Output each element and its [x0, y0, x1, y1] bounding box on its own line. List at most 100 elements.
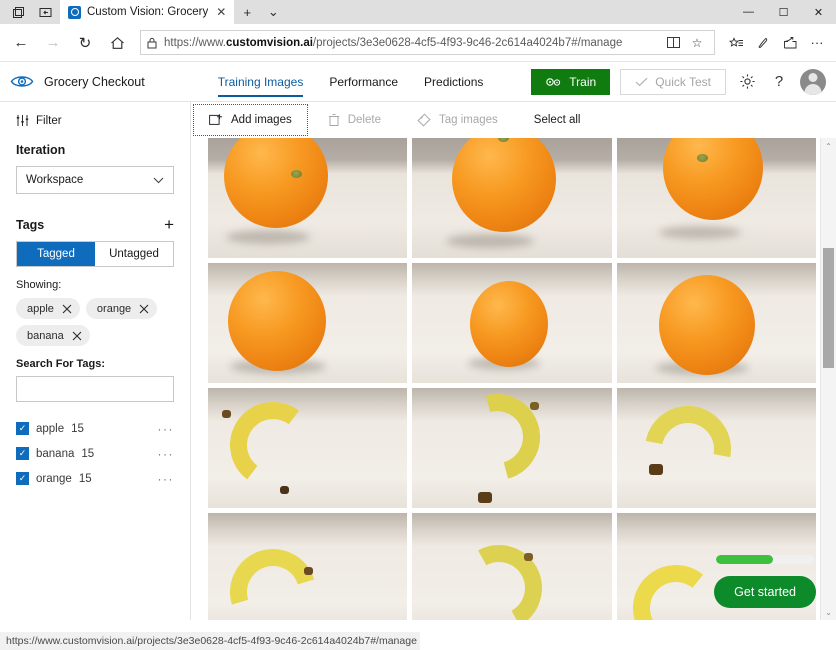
tag-list-label: apple [36, 422, 65, 435]
banana-tip [524, 553, 534, 561]
checkbox-icon[interactable]: ✓ [16, 422, 29, 435]
gear-icon[interactable] [736, 71, 758, 93]
favorites-hub-icon[interactable] [723, 29, 749, 57]
chevron-down-icon[interactable]: ⌄ [260, 0, 286, 24]
tag-options-icon[interactable]: ··· [158, 472, 175, 486]
avatar[interactable] [800, 68, 826, 95]
banana-tip [304, 567, 313, 575]
tag-list-item-orange[interactable]: ✓ orange 15 ··· [16, 466, 174, 491]
address-bar-actions: ☆ [662, 32, 708, 54]
tag-list-count: 15 [71, 422, 84, 435]
add-tag-icon[interactable]: + [164, 216, 174, 233]
custom-vision-eye-logo [10, 73, 34, 91]
close-icon[interactable] [62, 304, 72, 314]
toggle-tagged[interactable]: Tagged [17, 242, 95, 266]
checkbox-icon[interactable]: ✓ [16, 447, 29, 460]
lock-icon [147, 37, 157, 49]
train-button[interactable]: Train [531, 68, 611, 95]
forward-icon[interactable]: → [38, 28, 68, 58]
gallery-image-banana[interactable] [412, 513, 612, 620]
search-tags-input[interactable] [16, 376, 174, 402]
gallery-image-orange[interactable] [412, 263, 612, 383]
gallery-image-orange[interactable] [616, 138, 816, 258]
sidebar: Filter Iteration Workspace Tags + Tagged… [0, 102, 191, 620]
scroll-up-icon[interactable]: ⌃ [821, 138, 836, 154]
tab-preview-icon[interactable] [4, 0, 32, 24]
tag-pill-orange[interactable]: orange [85, 298, 158, 319]
close-window-button[interactable]: ✕ [801, 0, 836, 24]
new-tab-button[interactable]: + [234, 0, 260, 24]
tab-training-images[interactable]: Training Images [217, 62, 303, 101]
minimize-button[interactable]: — [731, 0, 766, 24]
gallery-image-orange[interactable] [208, 138, 408, 258]
refresh-icon[interactable]: ↻ [70, 28, 100, 58]
tab-performance[interactable]: Performance [329, 62, 398, 101]
tag-pill-banana[interactable]: banana [16, 325, 90, 346]
tag-options-icon[interactable]: ··· [158, 447, 175, 461]
quick-test-button[interactable]: Quick Test [620, 68, 726, 95]
gallery-image-banana[interactable] [208, 513, 408, 620]
image-gallery-scroll: ⌃ ⌄ [191, 138, 836, 620]
add-images-label: Add images [231, 114, 292, 126]
orange-fruit [658, 275, 755, 375]
url-text: https://www.customvision.ai/projects/3e3… [164, 36, 623, 49]
gallery-scrollbar[interactable]: ⌃ ⌄ [820, 138, 836, 620]
tag-list-item-apple[interactable]: ✓ apple 15 ··· [16, 416, 174, 441]
tag-pill-apple[interactable]: apple [16, 298, 80, 319]
iteration-select[interactable]: Workspace [16, 166, 174, 194]
tab-predictions[interactable]: Predictions [424, 62, 483, 101]
filter-control[interactable]: Filter [16, 114, 174, 127]
tag-list-item-banana[interactable]: ✓ banana 15 ··· [16, 441, 174, 466]
add-image-icon [209, 113, 223, 127]
set-aside-tabs-icon[interactable] [32, 0, 60, 24]
gallery-image-orange[interactable] [208, 263, 408, 383]
close-icon[interactable] [139, 304, 149, 314]
iteration-selected-value: Workspace [26, 174, 84, 186]
get-started-button[interactable]: Get started [714, 576, 816, 608]
orange-fruit [470, 281, 549, 367]
reading-view-icon[interactable] [662, 32, 684, 54]
tags-title: Tags [16, 217, 45, 232]
gears-icon [545, 76, 562, 88]
banana-stem [648, 464, 663, 475]
settings-more-icon[interactable]: ··· [804, 29, 830, 57]
gallery-image-banana[interactable] [616, 388, 816, 508]
address-bar[interactable]: https://www.customvision.ai/projects/3e3… [140, 30, 715, 55]
showing-pills: apple orange banana [16, 298, 174, 346]
scroll-down-icon[interactable]: ⌄ [821, 604, 836, 620]
photo-shadow [446, 234, 535, 248]
status-bar: https://www.customvision.ai/projects/3e3… [0, 632, 420, 650]
select-all-label: Select all [533, 114, 581, 126]
notes-pen-icon[interactable] [750, 29, 776, 57]
orange-stem [696, 154, 708, 162]
tag-images-button[interactable]: Tag images [399, 102, 516, 138]
tag-options-icon[interactable]: ··· [158, 422, 175, 436]
add-images-button[interactable]: Add images [191, 102, 310, 138]
app-header: Grocery Checkout Training Images Perform… [0, 62, 836, 102]
delete-button[interactable]: Delete [310, 102, 399, 138]
gallery-image-banana[interactable] [208, 388, 408, 508]
favorite-star-icon[interactable]: ☆ [686, 32, 708, 54]
photo-shadow [226, 230, 310, 244]
close-icon[interactable] [72, 331, 82, 341]
browser-tab[interactable]: Custom Vision: Grocery ✕ [60, 0, 235, 24]
onboarding-progress-fill [716, 555, 773, 564]
gallery-image-orange[interactable] [412, 138, 612, 258]
scrollbar-thumb[interactable] [823, 248, 834, 368]
share-icon[interactable] [777, 29, 803, 57]
checkbox-icon[interactable]: ✓ [16, 472, 29, 485]
select-all-button[interactable]: Select all [516, 102, 599, 138]
toggle-untagged[interactable]: Untagged [95, 242, 173, 266]
back-icon[interactable]: ← [6, 28, 36, 58]
trash-icon [328, 113, 340, 127]
app-nav-tabs: Training Images Performance Predictions [217, 62, 483, 101]
maximize-button[interactable]: ☐ [766, 0, 801, 24]
gallery-image-orange[interactable] [616, 263, 816, 383]
gallery-image-banana[interactable] [412, 388, 612, 508]
help-icon[interactable]: ? [768, 71, 790, 93]
close-icon[interactable]: ✕ [214, 5, 228, 19]
tag-filter-toggle: Tagged Untagged [16, 241, 174, 267]
custom-vision-favicon [68, 5, 81, 19]
tab-title: Custom Vision: Grocery [87, 6, 209, 18]
home-icon[interactable] [102, 28, 132, 58]
